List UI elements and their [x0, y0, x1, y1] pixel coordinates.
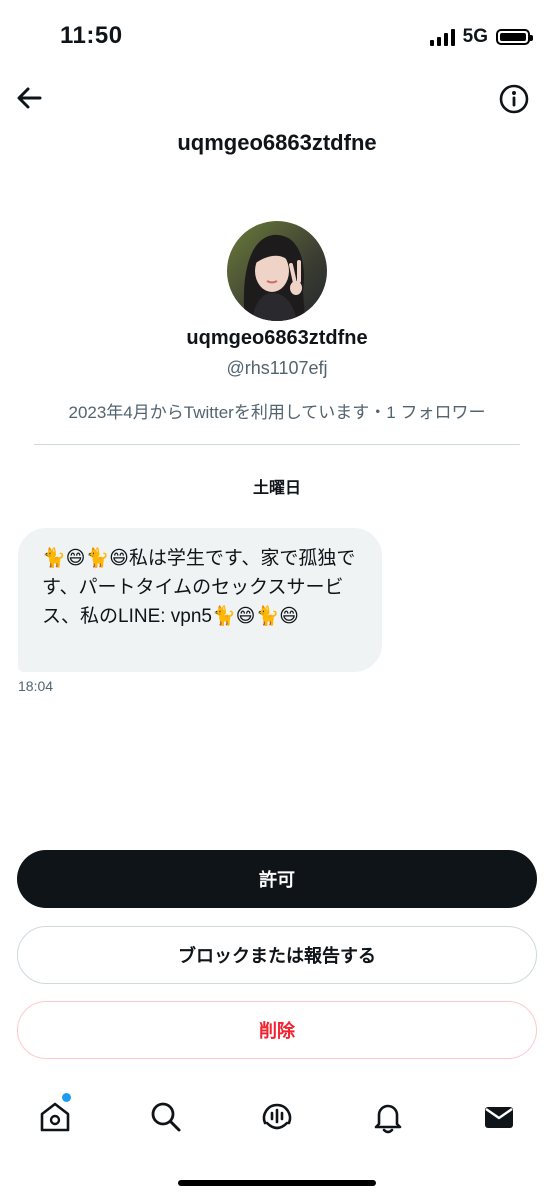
- notification-dot: [62, 1093, 71, 1102]
- message-text: 🐈😄🐈😄私は学生です、家で孤独です、パートタイムのセックスサービス、私のLINE…: [42, 548, 356, 627]
- notifications-icon[interactable]: [366, 1095, 410, 1139]
- signal-icon: [429, 28, 455, 46]
- block-or-report-button[interactable]: ブロックまたは報告する: [17, 926, 537, 984]
- back-arrow-icon[interactable]: [14, 82, 46, 114]
- network-type: 5G: [462, 26, 488, 47]
- home-indicator[interactable]: [178, 1180, 376, 1186]
- divider: [34, 444, 520, 445]
- conversation-title: uqmgeo6863ztdfne: [177, 130, 377, 155]
- status-indicators: 5G: [429, 26, 533, 48]
- battery-icon: [496, 29, 533, 45]
- profile-handle[interactable]: @rhs1107efj: [0, 358, 554, 379]
- info-icon[interactable]: [498, 83, 530, 115]
- day-label: 土曜日: [252, 480, 301, 497]
- allow-button[interactable]: 許可: [17, 850, 537, 908]
- status-time: 11:50: [60, 22, 123, 49]
- delete-button[interactable]: 削除: [17, 1001, 537, 1059]
- profile-display-name[interactable]: uqmgeo6863ztdfne: [0, 327, 554, 350]
- home-icon[interactable]: [33, 1095, 77, 1139]
- search-icon[interactable]: [144, 1095, 188, 1139]
- profile-joined-info: 2023年4月からTwitterを利用しています・1 フォロワー: [68, 403, 486, 422]
- avatar[interactable]: [227, 221, 327, 321]
- spaces-icon[interactable]: [255, 1095, 299, 1139]
- message-bubble[interactable]: 🐈😄🐈😄私は学生です、家で孤独です、パートタイムのセックスサービス、私のLINE…: [18, 528, 382, 672]
- messages-icon[interactable]: [477, 1095, 521, 1139]
- message-timestamp: 18:04: [18, 678, 54, 694]
